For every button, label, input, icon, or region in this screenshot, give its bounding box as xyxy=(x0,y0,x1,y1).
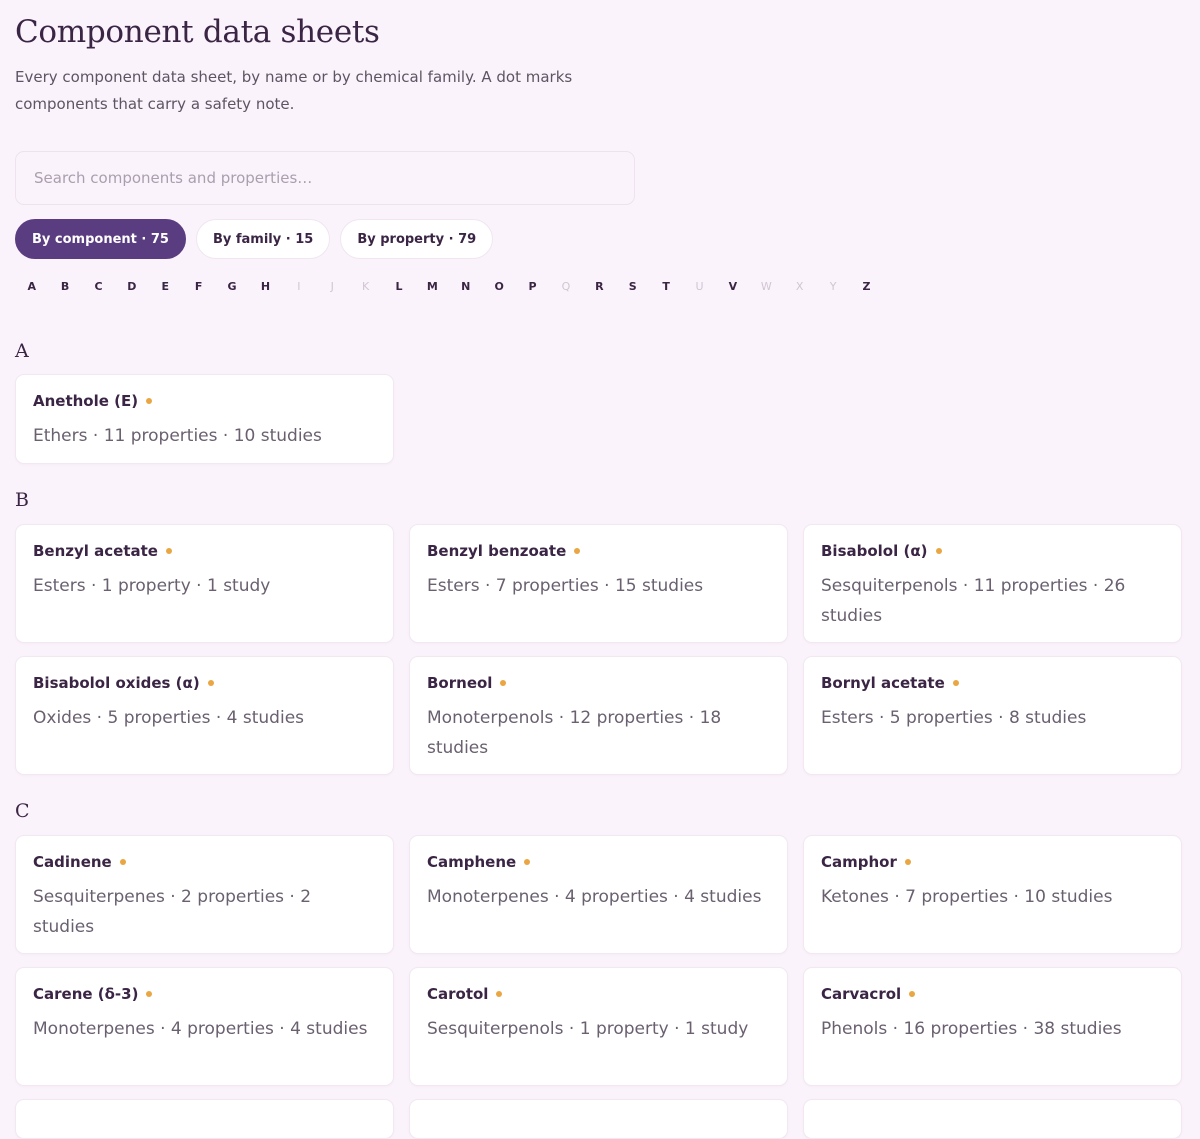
alphabet-letter-y: Y xyxy=(829,280,837,293)
component-meta: Esters · 5 properties · 8 studies xyxy=(821,708,1087,728)
component-name: Benzyl acetate xyxy=(33,542,158,560)
alphabet-letter-n[interactable]: N xyxy=(449,278,482,296)
alphabet-letter-t[interactable]: T xyxy=(649,278,682,296)
component-name: Camphor xyxy=(821,853,897,871)
component-name: Carotol xyxy=(427,985,489,1003)
safety-note-dot xyxy=(904,859,911,865)
component-card-next[interactable] xyxy=(803,1099,1182,1139)
alphabet-letter-f[interactable]: F xyxy=(182,278,215,296)
tab-by-family[interactable]: By family · 15 xyxy=(195,219,331,259)
component-card-bisabolol[interactable]: Bisabolol (α) Sesquiterpenols · 11 prope… xyxy=(803,524,1182,643)
alphabet-letter-p[interactable]: P xyxy=(516,278,549,296)
alphabet-letter-r[interactable]: R xyxy=(583,278,616,296)
alphabet-letter-u: U xyxy=(695,280,704,293)
component-meta: Esters · 1 property · 1 study xyxy=(33,576,271,596)
component-name: Cadinene xyxy=(33,853,112,871)
component-card-carene[interactable]: Carene (δ-3) Monoterpenes · 4 properties… xyxy=(15,967,394,1086)
alphabet-letter-v[interactable]: V xyxy=(716,278,749,296)
component-card-next[interactable] xyxy=(409,1099,788,1139)
component-card-benzyl-benzoate[interactable]: Benzyl benzoate Esters · 7 properties · … xyxy=(409,524,788,643)
alphabet-letter-d[interactable]: D xyxy=(115,278,148,296)
component-name: Bisabolol oxides (α) xyxy=(33,674,200,692)
component-meta: Ethers · 11 properties · 10 studies xyxy=(33,426,322,446)
component-card-cadinene[interactable]: Cadinene Sesquiterpenes · 2 properties ·… xyxy=(15,835,394,954)
safety-note-dot xyxy=(496,991,503,997)
component-meta: Sesquiterpenols · 11 properties · 26 stu… xyxy=(821,576,1126,626)
component-meta: Monoterpenes · 4 properties · 4 studies xyxy=(33,1019,368,1039)
component-name: Benzyl benzoate xyxy=(427,542,567,560)
component-card-carvacrol[interactable]: Carvacrol Phenols · 16 properties · 38 s… xyxy=(803,967,1182,1086)
safety-note-dot xyxy=(207,680,214,686)
page-subtitle: Every component data sheet, by name or b… xyxy=(15,68,573,113)
component-meta: Ketones · 7 properties · 10 studies xyxy=(821,887,1113,907)
alphabet-letter-m[interactable]: M xyxy=(416,278,449,296)
safety-note-dot xyxy=(574,548,581,554)
safety-note-dot xyxy=(524,859,531,865)
safety-note-dot xyxy=(909,991,916,997)
component-meta: Phenols · 16 properties · 38 studies xyxy=(821,1019,1122,1039)
alphabet-letter-i: I xyxy=(297,280,301,293)
alphabet-letter-e[interactable]: E xyxy=(149,278,182,296)
alphabet-letter-g[interactable]: G xyxy=(215,278,248,296)
component-name: Borneol xyxy=(427,674,493,692)
alphabet-letter-c[interactable]: C xyxy=(82,278,115,296)
alphabet-letter-l[interactable]: L xyxy=(382,278,415,296)
safety-note-dot xyxy=(935,548,942,554)
section-heading-a: A xyxy=(15,340,29,362)
safety-note-dot xyxy=(119,859,126,865)
component-card-borneol[interactable]: Borneol Monoterpenols · 12 properties · … xyxy=(409,656,788,775)
search-input[interactable] xyxy=(15,151,635,205)
alphabet-letter-b[interactable]: B xyxy=(48,278,81,296)
section-heading-c: C xyxy=(15,800,30,822)
component-name: Camphene xyxy=(427,853,517,871)
alphabet-letter-h[interactable]: H xyxy=(249,278,282,296)
component-card-next[interactable] xyxy=(15,1099,394,1139)
component-card-carotol[interactable]: Carotol Sesquiterpenols · 1 property · 1… xyxy=(409,967,788,1086)
alphabet-letter-q: Q xyxy=(561,280,571,293)
component-card-benzyl-acetate[interactable]: Benzyl acetate Esters · 1 property · 1 s… xyxy=(15,524,394,643)
component-name: Anethole (E) xyxy=(33,392,139,410)
component-meta: Monoterpenols · 12 properties · 18 studi… xyxy=(427,708,722,758)
component-name: Carene (δ-3) xyxy=(33,985,139,1003)
component-meta: Esters · 7 properties · 15 studies xyxy=(427,576,704,596)
component-card-camphene[interactable]: Camphene Monoterpenes · 4 properties · 4… xyxy=(409,835,788,954)
alphabet-letter-w: W xyxy=(760,280,772,293)
component-meta: Oxides · 5 properties · 4 studies xyxy=(33,708,305,728)
alphabet-letter-x: X xyxy=(795,280,804,293)
safety-note-dot xyxy=(952,680,959,686)
alphabet-letter-s[interactable]: S xyxy=(616,278,649,296)
tab-by-property[interactable]: By property · 79 xyxy=(340,219,494,259)
component-name: Bornyl acetate xyxy=(821,674,945,692)
tab-by-component[interactable]: By component · 75 xyxy=(15,219,186,259)
safety-note-dot xyxy=(146,991,153,997)
alphabet-letter-j: J xyxy=(330,280,334,293)
section-heading-b: B xyxy=(15,489,29,511)
component-name: Carvacrol xyxy=(821,985,902,1003)
component-card-anethole[interactable]: Anethole (E) Ethers · 11 properties · 10… xyxy=(15,374,394,464)
component-name: Bisabolol (α) xyxy=(821,542,928,560)
alphabet-letter-a[interactable]: A xyxy=(15,278,48,296)
view-tabs: By component · 75 By family · 15 By prop… xyxy=(15,219,494,259)
alphabet-letter-k: K xyxy=(361,280,370,293)
component-meta: Sesquiterpenes · 2 properties · 2 studie… xyxy=(33,887,312,937)
component-card-bornyl-acetate[interactable]: Bornyl acetate Esters · 5 properties · 8… xyxy=(803,656,1182,775)
component-meta: Sesquiterpenols · 1 property · 1 study xyxy=(427,1019,749,1039)
component-card-camphor[interactable]: Camphor Ketones · 7 properties · 10 stud… xyxy=(803,835,1182,954)
alphabet-letter-o[interactable]: O xyxy=(482,278,515,296)
component-card-bisabolol-oxides[interactable]: Bisabolol oxides (α) Oxides · 5 properti… xyxy=(15,656,394,775)
component-meta: Monoterpenes · 4 properties · 4 studies xyxy=(427,887,762,907)
alphabet-letter-z[interactable]: Z xyxy=(850,278,883,296)
safety-note-dot xyxy=(500,680,507,686)
safety-note-dot xyxy=(165,548,172,554)
page-title: Component data sheets xyxy=(15,14,380,50)
alphabet-index: ABCDEFGH I J KLMNOPQRSTUVW X YZ xyxy=(15,278,883,296)
safety-note-dot xyxy=(146,398,153,404)
